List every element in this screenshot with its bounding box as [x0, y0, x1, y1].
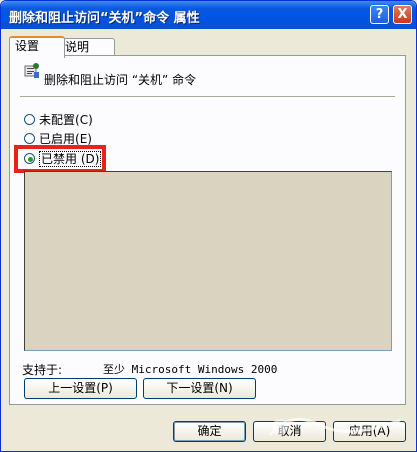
title-bar[interactable]: 删除和阻止访问“关机”命令 属性 ? X — [1, 1, 416, 29]
close-button[interactable]: X — [393, 5, 412, 24]
radio-circle[interactable] — [24, 114, 35, 125]
option-text: 已启用 — [39, 132, 76, 146]
tab-settings[interactable]: 设置 — [9, 36, 65, 58]
policy-name: 删除和阻止访问 “关机” 命令 — [44, 73, 197, 87]
supported-on-label: 支持于: — [22, 363, 63, 377]
option-accel: (E) — [75, 132, 92, 146]
tab-explain[interactable]: 说明 — [59, 38, 115, 56]
divider — [20, 96, 395, 98]
window-title: 删除和阻止访问“关机”命令 属性 — [9, 11, 200, 26]
apply-button[interactable]: 应用(A) — [333, 421, 406, 442]
options-area — [24, 171, 392, 351]
previous-setting-button[interactable]: 上一设置(P) — [24, 378, 137, 399]
settings-panel: 删除和阻止访问 “关机” 命令 未配置(C) 已启用(E) 已禁用 (D) 支持… — [9, 55, 406, 405]
policy-setting-icon — [24, 63, 39, 78]
properties-dialog: 删除和阻止访问“关机”命令 属性 ? X 设置 说明 删除和阻止访问 “关机” … — [0, 0, 417, 452]
radio-label: 未配置(C) — [39, 112, 93, 128]
help-button[interactable]: ? — [370, 5, 389, 24]
ok-button[interactable]: 确定 — [173, 421, 246, 442]
option-text: 未配置 — [39, 113, 76, 127]
option-accel: (C) — [75, 113, 93, 127]
annotation-highlight-box — [14, 145, 106, 173]
radio-circle[interactable] — [24, 133, 35, 144]
next-setting-button[interactable]: 下一设置(N) — [143, 378, 256, 399]
supported-on-value: 至少 Microsoft Windows 2000 — [103, 363, 278, 376]
cancel-button[interactable]: 取消 — [253, 421, 326, 442]
